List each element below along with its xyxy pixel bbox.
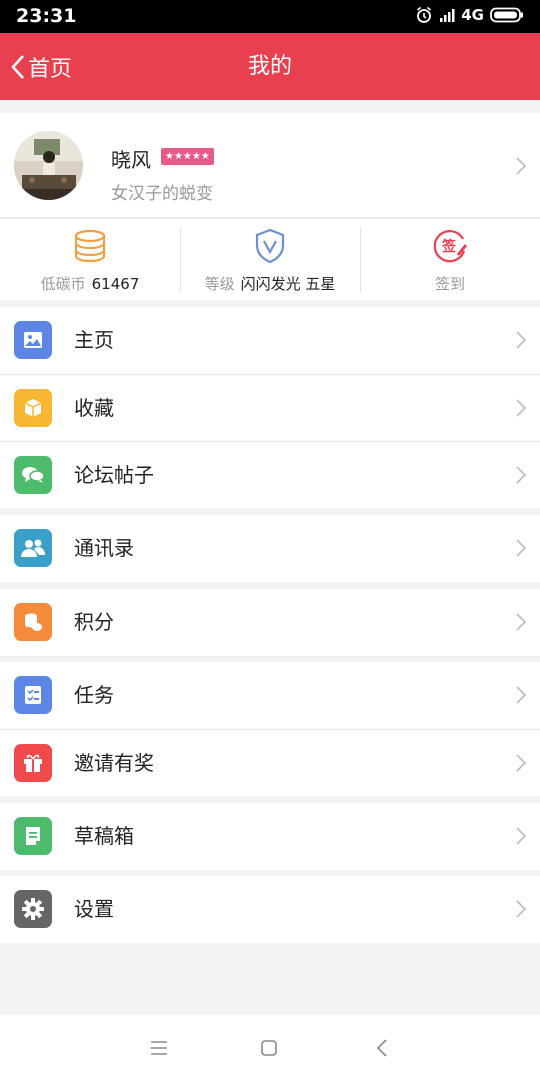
stat-coins[interactable]: 低碳币 61467 xyxy=(0,219,180,300)
gear-icon xyxy=(14,890,52,928)
menu-item-label: 收藏 xyxy=(74,396,114,420)
chevron-right-icon xyxy=(516,331,526,349)
signal-icon xyxy=(439,7,455,23)
profile-card[interactable]: 晓风 ★★★★★ 女汉子的蜕变 xyxy=(0,113,540,218)
battery-icon xyxy=(490,7,524,23)
home-icon[interactable] xyxy=(258,1037,280,1059)
menu-item-settings[interactable]: 设置 xyxy=(0,876,540,943)
shield-icon xyxy=(255,228,285,264)
status-time: 23:31 xyxy=(16,5,77,27)
menu-group: 任务 邀请有奖 xyxy=(0,662,540,796)
menu-item-label: 积分 xyxy=(74,610,114,634)
menu-item-label: 论坛帖子 xyxy=(74,463,154,487)
chevron-right-icon xyxy=(516,827,526,845)
contacts-icon xyxy=(14,529,52,567)
menu-group: 积分 xyxy=(0,589,540,656)
chevron-right-icon xyxy=(516,754,526,772)
status-icons: 4G xyxy=(415,6,524,24)
menu-item-contacts[interactable]: 通讯录 xyxy=(0,515,540,582)
image-icon xyxy=(14,321,52,359)
profile-motto: 女汉子的蜕变 xyxy=(111,184,213,204)
box-icon xyxy=(14,389,52,427)
chevron-right-icon xyxy=(516,900,526,918)
nav-bar: 首页 我的 xyxy=(0,33,540,100)
menu-item-forum-posts[interactable]: 论坛帖子 xyxy=(0,441,540,508)
system-nav-bar xyxy=(0,1015,540,1080)
menu-item-label: 邀请有奖 xyxy=(74,751,154,775)
stat-level-label: 等级 xyxy=(204,275,235,293)
profile-name: 晓风 xyxy=(111,148,151,172)
chevron-right-icon xyxy=(516,613,526,631)
svg-text:签: 签 xyxy=(441,238,457,255)
menu-item-tasks[interactable]: 任务 xyxy=(0,662,540,729)
chevron-right-icon xyxy=(516,466,526,484)
stat-sign-in-label: 签到 xyxy=(434,275,465,293)
menu-group: 主页 收藏 论坛帖子 xyxy=(0,307,540,508)
task-icon xyxy=(14,676,52,714)
menu-item-invite-rewards[interactable]: 邀请有奖 xyxy=(0,729,540,796)
network-type: 4G xyxy=(461,6,484,24)
menu-item-homepage[interactable]: 主页 xyxy=(0,307,540,374)
stat-coins-label: 低碳币 xyxy=(40,275,86,293)
stat-sign-in[interactable]: 签 签到 xyxy=(360,219,540,300)
menu-icon[interactable] xyxy=(148,1037,170,1059)
menu-item-label: 草稿箱 xyxy=(74,824,134,848)
points-icon xyxy=(14,603,52,641)
gift-icon xyxy=(14,744,52,782)
sign-in-icon: 签 xyxy=(433,230,468,263)
status-bar: 23:31 4G xyxy=(0,0,540,33)
menu-item-label: 通讯录 xyxy=(74,536,134,560)
chevron-right-icon xyxy=(516,157,526,175)
draft-icon xyxy=(14,817,52,855)
chevron-right-icon xyxy=(516,539,526,557)
alarm-icon xyxy=(415,6,433,24)
menu-item-label: 主页 xyxy=(74,328,114,352)
coins-icon xyxy=(74,229,106,263)
menu-item-drafts[interactable]: 草稿箱 xyxy=(0,803,540,870)
page-title: 我的 xyxy=(247,54,292,79)
menu-group: 通讯录 xyxy=(0,515,540,582)
stat-level[interactable]: 等级 闪闪发光 五星 xyxy=(180,219,360,300)
stat-coins-value: 61467 xyxy=(91,275,140,293)
chevron-right-icon xyxy=(516,399,526,417)
menu-item-points[interactable]: 积分 xyxy=(0,589,540,656)
menu-group: 草稿箱 xyxy=(0,803,540,870)
menu-item-favorites[interactable]: 收藏 xyxy=(0,374,540,441)
chevron-right-icon xyxy=(516,686,526,704)
vip-badge: ★★★★★ xyxy=(161,148,214,165)
menu-group: 设置 xyxy=(0,876,540,943)
avatar[interactable] xyxy=(14,131,83,200)
stat-level-value: 闪闪发光 五星 xyxy=(240,275,336,293)
chat-icon xyxy=(14,456,52,494)
stats-row: 低碳币 61467 等级 闪闪发光 五星 签 签到 xyxy=(0,219,540,300)
back-nav-icon[interactable] xyxy=(372,1037,394,1059)
menu-item-label: 设置 xyxy=(74,897,114,921)
menu-item-label: 任务 xyxy=(74,683,114,707)
